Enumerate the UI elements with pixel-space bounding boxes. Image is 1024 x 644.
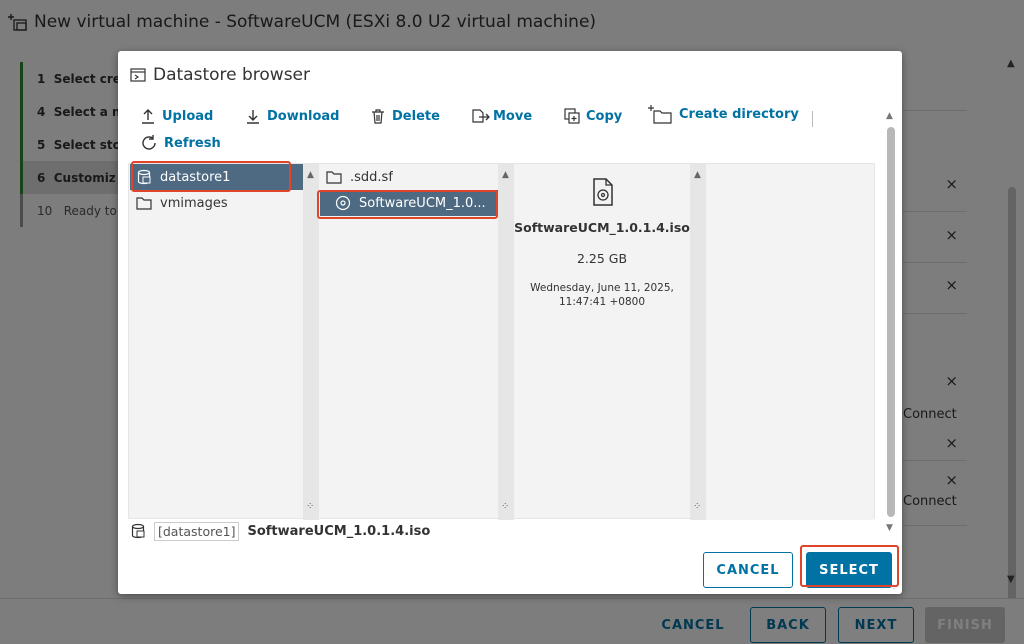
resize-grip-icon[interactable]: ⁘ bbox=[501, 501, 509, 512]
dialog-resize-handle[interactable]: ⁘ bbox=[890, 583, 898, 593]
upload-button[interactable]: Upload bbox=[140, 108, 213, 124]
folder-icon bbox=[136, 197, 152, 210]
empty-column bbox=[706, 164, 874, 520]
datastore-column: datastore1 vmimages ▲ ⁘ bbox=[129, 164, 320, 520]
datastore-icon bbox=[131, 523, 145, 539]
scroll-up-icon[interactable]: ▲ bbox=[502, 170, 509, 180]
browser-scrollbar[interactable]: ▲ ▼ bbox=[884, 109, 898, 539]
cancel-button[interactable]: CANCEL bbox=[703, 552, 793, 588]
refresh-icon bbox=[142, 135, 156, 150]
delete-button[interactable]: Delete bbox=[370, 108, 440, 124]
copy-icon bbox=[564, 108, 580, 124]
move-icon bbox=[472, 109, 490, 123]
download-icon bbox=[247, 110, 259, 124]
scroll-up-icon[interactable]: ▲ bbox=[886, 111, 893, 121]
file-details-panel: SoftwareUCM_1.0.1.4.iso 2.25 GB Wednesda… bbox=[514, 164, 690, 520]
download-button[interactable]: Download bbox=[245, 108, 339, 124]
scroll-up-icon[interactable]: ▲ bbox=[694, 170, 701, 180]
file-column-scrollbar[interactable]: ▲ ⁘ bbox=[498, 164, 514, 520]
highlight-select-button bbox=[800, 545, 899, 587]
trash-icon bbox=[372, 109, 384, 124]
dialog-title: Datastore browser bbox=[130, 65, 310, 85]
detail-file-name: SoftwareUCM_1.0.1.4.iso bbox=[514, 220, 690, 235]
scroll-up-icon[interactable]: ▲ bbox=[307, 170, 314, 180]
datastore-browser-dialog: Datastore browser Upload Download Delete… bbox=[118, 51, 902, 594]
copy-button[interactable]: Copy bbox=[564, 108, 622, 124]
new-folder-icon bbox=[648, 105, 672, 124]
highlight-softwareucm-iso bbox=[317, 190, 498, 219]
highlight-datastore1 bbox=[131, 161, 291, 192]
datastore-browser-icon bbox=[130, 68, 146, 82]
iso-file-icon bbox=[593, 178, 613, 206]
file-item-sdd-sf[interactable]: .sdd.sf bbox=[320, 164, 498, 190]
dialog-title-text: Datastore browser bbox=[153, 65, 311, 85]
detail-file-size: 2.25 GB bbox=[576, 251, 628, 266]
toolbar-separator bbox=[812, 111, 813, 127]
datastore-browser: datastore1 vmimages ▲ ⁘ .sdd.sf Software… bbox=[128, 161, 875, 520]
selected-path: [datastore1] SoftwareUCM_1.0.1.4.iso bbox=[130, 521, 430, 541]
upload-icon bbox=[142, 109, 154, 124]
create-directory-button[interactable]: Create directory bbox=[647, 104, 799, 124]
detail-modified-date: Wednesday, June 11, 2025, 11:47:41 +0800 bbox=[530, 282, 674, 308]
scroll-thumb[interactable] bbox=[887, 127, 895, 517]
folder-icon bbox=[326, 171, 342, 184]
datastore-item-vmimages[interactable]: vmimages bbox=[130, 190, 303, 216]
scroll-down-icon[interactable]: ▼ bbox=[886, 523, 893, 533]
resize-grip-icon[interactable]: ⁘ bbox=[306, 501, 314, 512]
path-file-name: SoftwareUCM_1.0.1.4.iso bbox=[247, 523, 431, 539]
refresh-button[interactable]: Refresh bbox=[140, 134, 221, 152]
details-column-scrollbar[interactable]: ▲ ⁘ bbox=[690, 164, 706, 520]
path-datastore-tag: [datastore1] bbox=[154, 521, 240, 541]
resize-grip-icon[interactable]: ⁘ bbox=[693, 501, 701, 512]
move-button[interactable]: Move bbox=[471, 108, 532, 124]
